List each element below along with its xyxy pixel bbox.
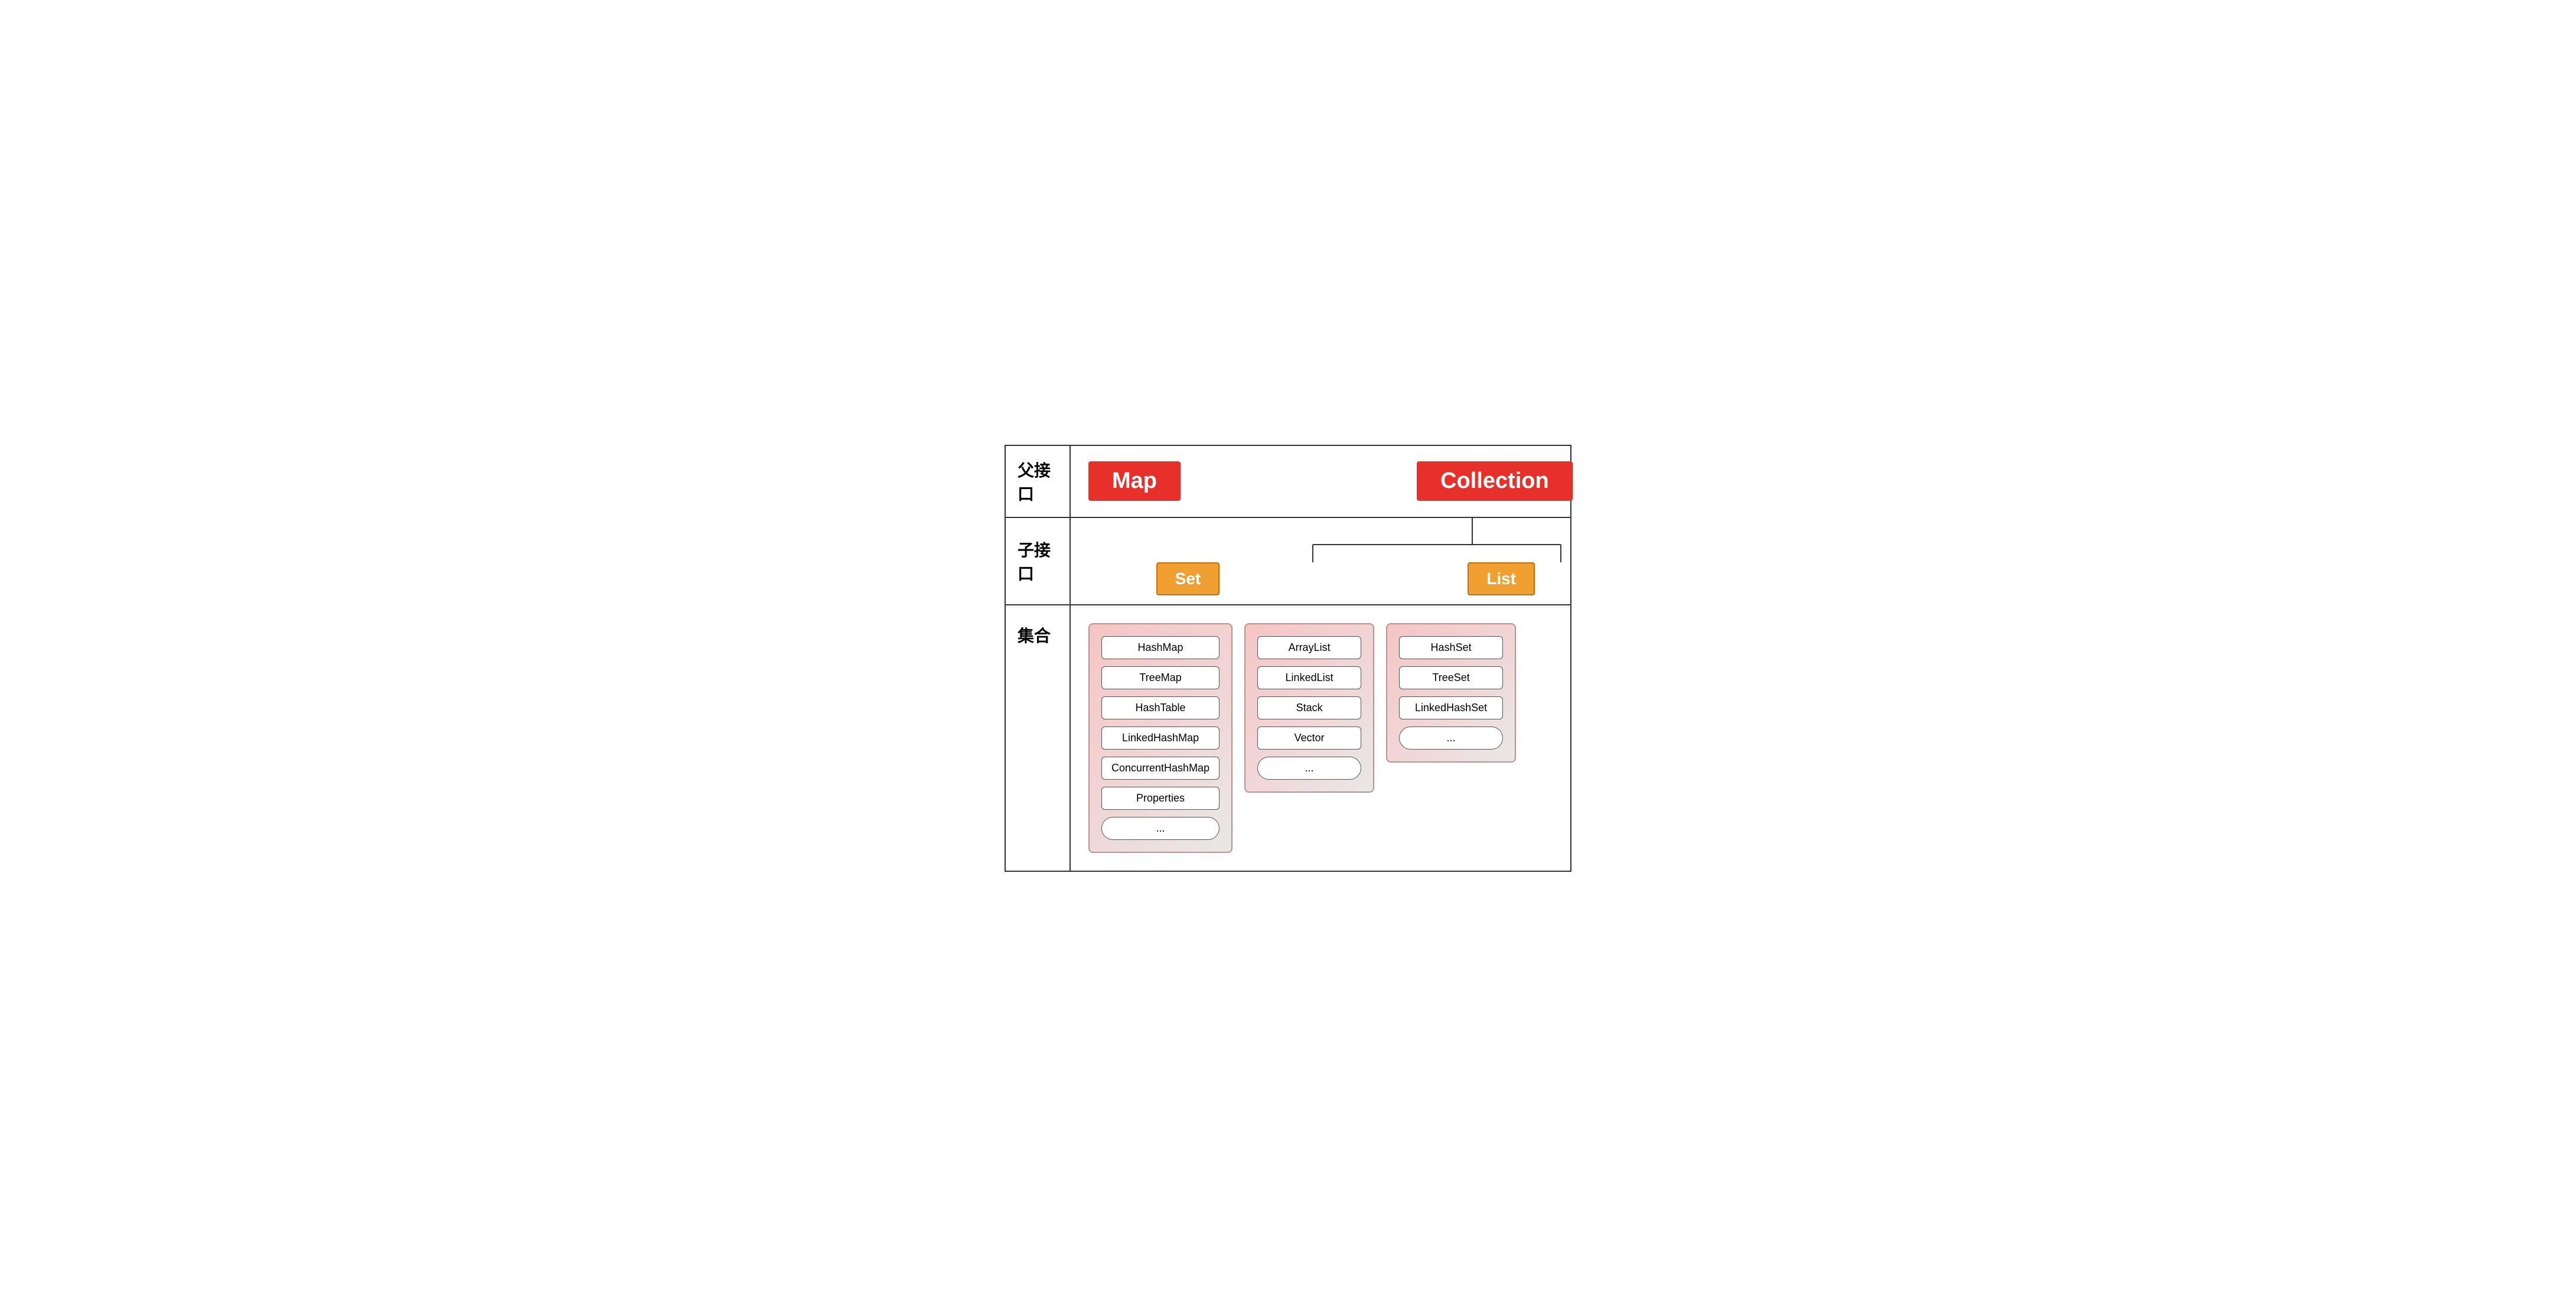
parent-content: Map Collection xyxy=(1071,446,1638,517)
collection-box: Collection xyxy=(1417,461,1573,501)
list-item-stack: Stack xyxy=(1257,696,1361,719)
map-item-concurrenthashmap: ConcurrentHashMap xyxy=(1101,757,1219,780)
parent-interface-row: 父接口 Map Collection xyxy=(1006,446,1570,518)
parent-label: 父接口 xyxy=(1006,446,1071,517)
list-item-arraylist: ArrayList xyxy=(1257,636,1361,659)
map-box: Map xyxy=(1088,461,1181,501)
map-item-linkedhashmap: LinkedHashMap xyxy=(1101,727,1219,750)
set-group: HashSet TreeSet LinkedHashSet ... xyxy=(1386,623,1516,763)
sub-content: Set List xyxy=(1071,518,1570,604)
list-item-ellipsis: ... xyxy=(1257,757,1361,780)
set-item-ellipsis: ... xyxy=(1399,727,1503,750)
map-item-properties: Properties xyxy=(1101,787,1219,810)
map-item-treemap: TreeMap xyxy=(1101,666,1219,689)
collection-content: HashMap TreeMap HashTable LinkedHashMap … xyxy=(1071,605,1570,871)
list-group: ArrayList LinkedList Stack Vector ... xyxy=(1244,623,1374,793)
collection-row: 集合 HashMap TreeMap HashTable LinkedHashM… xyxy=(1006,605,1570,871)
collection-label: 集合 xyxy=(1006,605,1071,871)
list-item-linkedlist: LinkedList xyxy=(1257,666,1361,689)
sub-label: 子接口 xyxy=(1006,518,1071,604)
sub-interface-row: 子接口 Set List xyxy=(1006,518,1570,605)
set-item-treeset: TreeSet xyxy=(1399,666,1503,689)
diagram: 父接口 Map Collection 子接口 Set xyxy=(1005,445,1571,872)
set-item-hashset: HashSet xyxy=(1399,636,1503,659)
map-item-ellipsis: ... xyxy=(1101,817,1219,840)
map-item-hashtable: HashTable xyxy=(1101,696,1219,719)
map-item-hashmap: HashMap xyxy=(1101,636,1219,659)
map-group: HashMap TreeMap HashTable LinkedHashMap … xyxy=(1088,623,1232,853)
set-item-linkedhashset: LinkedHashSet xyxy=(1399,696,1503,719)
list-item-vector: Vector xyxy=(1257,727,1361,750)
connector-svg xyxy=(1071,518,1570,589)
